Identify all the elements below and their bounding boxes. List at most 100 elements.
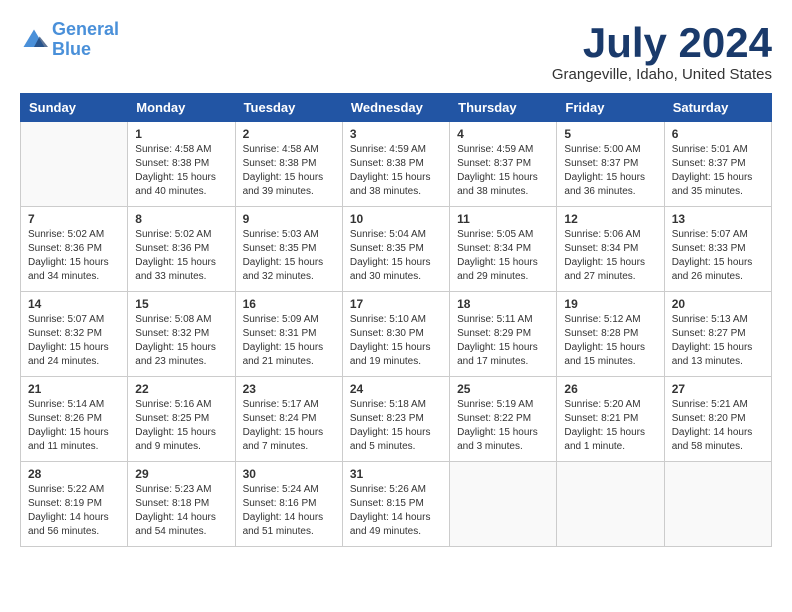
day-number: 1 (135, 127, 227, 141)
cell-content: Sunrise: 5:01 AM Sunset: 8:37 PM Dayligh… (672, 143, 764, 199)
cell-content: Sunrise: 5:22 AM Sunset: 8:19 PM Dayligh… (28, 483, 120, 539)
day-cell-14: 14Sunrise: 5:07 AM Sunset: 8:32 PM Dayli… (21, 292, 128, 377)
day-number: 23 (243, 382, 335, 396)
day-number: 17 (350, 297, 442, 311)
empty-cell (450, 462, 557, 547)
cell-content: Sunrise: 5:13 AM Sunset: 8:27 PM Dayligh… (672, 313, 764, 369)
day-cell-19: 19 Sunrise: 5:12 AM Sunset: 8:28 PM Dayli… (557, 292, 664, 377)
cell-content: Sunrise: 4:59 AM Sunset: 8:37 PM Dayligh… (457, 143, 549, 199)
cell-content: Sunrise: 5:03 AM Sunset: 8:35 PM Dayligh… (243, 228, 335, 284)
day-cell-28: 28 Sunrise: 5:22 AM Sunset: 8:19 PM Dayli… (21, 462, 128, 547)
day-number: 29 (135, 467, 227, 481)
logo-line1: General (52, 19, 119, 39)
day-cell-21: 21Sunrise: 5:14 AM Sunset: 8:26 PM Dayli… (21, 377, 128, 462)
day-number: 3 (350, 127, 442, 141)
day-cell-9: 9 Sunrise: 5:03 AM Sunset: 8:35 PM Daylig… (235, 207, 342, 292)
day-cell-30: 30 Sunrise: 5:24 AM Sunset: 8:16 PM Dayli… (235, 462, 342, 547)
week-row-3: 14Sunrise: 5:07 AM Sunset: 8:32 PM Dayli… (21, 292, 772, 377)
calendar-table: SundayMondayTuesdayWednesdayThursdayFrid… (20, 93, 772, 547)
day-number: 15 (135, 297, 227, 311)
cell-content: Sunrise: 5:10 AM Sunset: 8:30 PM Dayligh… (350, 313, 442, 369)
day-number: 30 (243, 467, 335, 481)
day-header-wednesday: Wednesday (342, 94, 449, 122)
logo: General Blue (20, 20, 119, 60)
cell-content: Sunrise: 5:12 AM Sunset: 8:28 PM Dayligh… (564, 313, 656, 369)
day-cell-26: 26 Sunrise: 5:20 AM Sunset: 8:21 PM Dayli… (557, 377, 664, 462)
day-cell-17: 17 Sunrise: 5:10 AM Sunset: 8:30 PM Dayli… (342, 292, 449, 377)
day-cell-20: 20Sunrise: 5:13 AM Sunset: 8:27 PM Dayli… (664, 292, 771, 377)
day-cell-4: 4 Sunrise: 4:59 AM Sunset: 8:37 PM Daylig… (450, 122, 557, 207)
day-number: 16 (243, 297, 335, 311)
day-number: 25 (457, 382, 549, 396)
day-cell-8: 8 Sunrise: 5:02 AM Sunset: 8:36 PM Daylig… (128, 207, 235, 292)
day-header-tuesday: Tuesday (235, 94, 342, 122)
day-cell-7: 7Sunrise: 5:02 AM Sunset: 8:36 PM Daylig… (21, 207, 128, 292)
day-cell-16: 16Sunrise: 5:09 AM Sunset: 8:31 PM Dayli… (235, 292, 342, 377)
cell-content: Sunrise: 5:19 AM Sunset: 8:22 PM Dayligh… (457, 398, 549, 454)
day-cell-31: 31Sunrise: 5:26 AM Sunset: 8:15 PM Dayli… (342, 462, 449, 547)
day-header-sunday: Sunday (21, 94, 128, 122)
logo-line2: Blue (52, 39, 91, 59)
day-number: 4 (457, 127, 549, 141)
day-cell-25: 25 Sunrise: 5:19 AM Sunset: 8:22 PM Dayli… (450, 377, 557, 462)
day-number: 18 (457, 297, 549, 311)
cell-content: Sunrise: 5:02 AM Sunset: 8:36 PM Dayligh… (28, 228, 120, 284)
day-cell-5: 5Sunrise: 5:00 AM Sunset: 8:37 PM Daylig… (557, 122, 664, 207)
day-cell-18: 18 Sunrise: 5:11 AM Sunset: 8:29 PM Dayli… (450, 292, 557, 377)
cell-content: Sunrise: 5:16 AM Sunset: 8:25 PM Dayligh… (135, 398, 227, 454)
day-number: 22 (135, 382, 227, 396)
cell-content: Sunrise: 5:06 AM Sunset: 8:34 PM Dayligh… (564, 228, 656, 284)
day-cell-6: 6 Sunrise: 5:01 AM Sunset: 8:37 PM Daylig… (664, 122, 771, 207)
day-cell-27: 27 Sunrise: 5:21 AM Sunset: 8:20 PM Dayli… (664, 377, 771, 462)
cell-content: Sunrise: 5:23 AM Sunset: 8:18 PM Dayligh… (135, 483, 227, 539)
cell-content: Sunrise: 5:07 AM Sunset: 8:33 PM Dayligh… (672, 228, 764, 284)
cell-content: Sunrise: 5:20 AM Sunset: 8:21 PM Dayligh… (564, 398, 656, 454)
cell-content: Sunrise: 5:07 AM Sunset: 8:32 PM Dayligh… (28, 313, 120, 369)
cell-content: Sunrise: 5:04 AM Sunset: 8:35 PM Dayligh… (350, 228, 442, 284)
day-number: 27 (672, 382, 764, 396)
day-cell-24: 24 Sunrise: 5:18 AM Sunset: 8:23 PM Dayli… (342, 377, 449, 462)
day-cell-3: 3 Sunrise: 4:59 AM Sunset: 8:38 PM Daylig… (342, 122, 449, 207)
empty-cell (557, 462, 664, 547)
cell-content: Sunrise: 5:21 AM Sunset: 8:20 PM Dayligh… (672, 398, 764, 454)
cell-content: Sunrise: 5:02 AM Sunset: 8:36 PM Dayligh… (135, 228, 227, 284)
day-header-thursday: Thursday (450, 94, 557, 122)
day-number: 8 (135, 212, 227, 226)
day-number: 6 (672, 127, 764, 141)
day-cell-1: 1Sunrise: 4:58 AM Sunset: 8:38 PM Daylig… (128, 122, 235, 207)
title-area: July 2024 Grangeville, Idaho, United Sta… (552, 20, 772, 83)
header: General Blue July 2024 Grangeville, Idah… (20, 20, 772, 83)
day-number: 9 (243, 212, 335, 226)
day-number: 31 (350, 467, 442, 481)
day-number: 2 (243, 127, 335, 141)
day-cell-23: 23Sunrise: 5:17 AM Sunset: 8:24 PM Dayli… (235, 377, 342, 462)
day-number: 21 (28, 382, 120, 396)
day-number: 28 (28, 467, 120, 481)
day-header-saturday: Saturday (664, 94, 771, 122)
empty-cell (21, 122, 128, 207)
cell-content: Sunrise: 5:11 AM Sunset: 8:29 PM Dayligh… (457, 313, 549, 369)
day-number: 24 (350, 382, 442, 396)
empty-cell (664, 462, 771, 547)
week-row-5: 28 Sunrise: 5:22 AM Sunset: 8:19 PM Dayli… (21, 462, 772, 547)
day-header-monday: Monday (128, 94, 235, 122)
cell-content: Sunrise: 5:08 AM Sunset: 8:32 PM Dayligh… (135, 313, 227, 369)
day-cell-29: 29 Sunrise: 5:23 AM Sunset: 8:18 PM Dayli… (128, 462, 235, 547)
day-cell-10: 10Sunrise: 5:04 AM Sunset: 8:35 PM Dayli… (342, 207, 449, 292)
logo-text: General Blue (52, 20, 119, 60)
cell-content: Sunrise: 5:24 AM Sunset: 8:16 PM Dayligh… (243, 483, 335, 539)
day-cell-11: 11Sunrise: 5:05 AM Sunset: 8:34 PM Dayli… (450, 207, 557, 292)
week-row-2: 7Sunrise: 5:02 AM Sunset: 8:36 PM Daylig… (21, 207, 772, 292)
week-row-4: 21Sunrise: 5:14 AM Sunset: 8:26 PM Dayli… (21, 377, 772, 462)
cell-content: Sunrise: 5:18 AM Sunset: 8:23 PM Dayligh… (350, 398, 442, 454)
day-number: 19 (564, 297, 656, 311)
cell-content: Sunrise: 5:05 AM Sunset: 8:34 PM Dayligh… (457, 228, 549, 284)
day-cell-22: 22 Sunrise: 5:16 AM Sunset: 8:25 PM Dayli… (128, 377, 235, 462)
day-number: 26 (564, 382, 656, 396)
cell-content: Sunrise: 5:00 AM Sunset: 8:37 PM Dayligh… (564, 143, 656, 199)
day-number: 12 (564, 212, 656, 226)
day-header-friday: Friday (557, 94, 664, 122)
week-row-1: 1Sunrise: 4:58 AM Sunset: 8:38 PM Daylig… (21, 122, 772, 207)
day-cell-13: 13Sunrise: 5:07 AM Sunset: 8:33 PM Dayli… (664, 207, 771, 292)
cell-content: Sunrise: 4:59 AM Sunset: 8:38 PM Dayligh… (350, 143, 442, 199)
